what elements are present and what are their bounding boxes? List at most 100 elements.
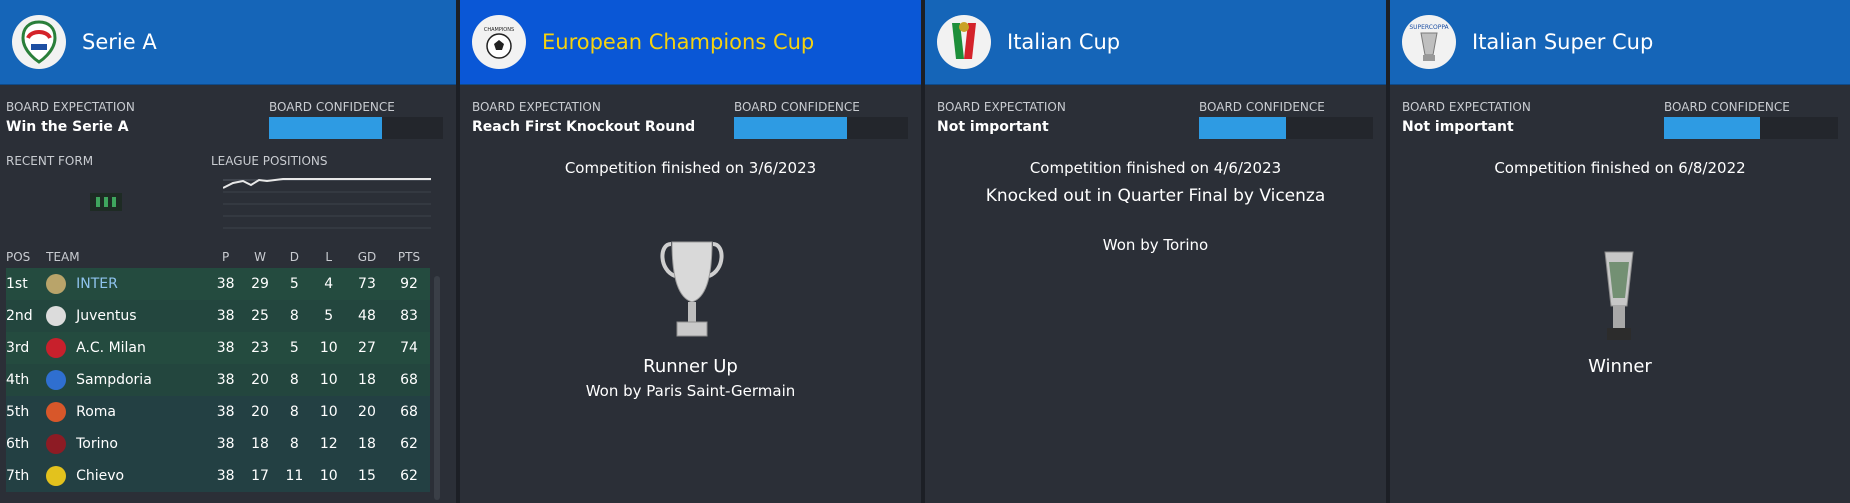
row-won: 20 (251, 372, 269, 388)
board-confidence-bar (1664, 117, 1838, 139)
trophy-icon (660, 241, 724, 337)
table-row[interactable]: 4th Sampdoria 38 20 8 10 18 68 (6, 364, 430, 396)
table-row[interactable]: 6th Torino 38 18 8 12 18 62 (6, 428, 430, 460)
table-row[interactable]: 3rd A.C. Milan 38 23 5 10 27 74 (6, 332, 430, 364)
panel-serie-a: Serie A BOARD EXPECTATION Win the Serie … (0, 0, 460, 503)
table-row[interactable]: 1st INTER 38 29 5 4 73 92 (6, 268, 430, 300)
champions-cup-title: European Champions Cup (542, 30, 815, 54)
competition-panels: Serie A BOARD EXPECTATION Win the Serie … (0, 0, 1850, 503)
col-p: P (222, 250, 230, 264)
champions-cup-header[interactable]: CHAMPIONS European Champions Cup (460, 0, 921, 85)
serie-a-logo-icon (12, 15, 66, 69)
result-text: Runner Up (643, 356, 738, 377)
row-gd: 27 (358, 340, 376, 356)
board-expectation-value: Reach First Knockout Round (472, 119, 696, 135)
row-pos: 6th (6, 436, 30, 452)
col-pos: POS (6, 250, 31, 264)
row-gd: 73 (358, 276, 376, 292)
board-confidence-label: BOARD CONFIDENCE (734, 100, 860, 114)
table-row[interactable]: 2nd Juventus 38 25 8 5 48 83 (6, 300, 430, 332)
panel-champions-cup: CHAMPIONS European Champions Cup BOARD E… (460, 0, 925, 503)
italian-cup-title: Italian Cup (1007, 30, 1121, 54)
col-l: L (325, 250, 333, 264)
row-team[interactable]: Sampdoria (46, 370, 208, 390)
row-pts: 83 (400, 308, 418, 324)
row-played: 38 (216, 372, 235, 388)
board-confidence-bar (1199, 117, 1373, 139)
team-badge-icon (46, 402, 67, 422)
board-confidence-bar (269, 117, 443, 139)
row-drawn: 8 (289, 372, 299, 388)
team-name: Juventus (76, 308, 137, 324)
supercoppa-logo-icon: SUPERCOPPA (1402, 15, 1456, 69)
team-name: A.C. Milan (76, 340, 146, 356)
col-team: TEAM (46, 250, 80, 264)
table-row[interactable]: 5th Roma 38 20 8 10 20 68 (6, 396, 430, 428)
league-table-rows: 1st INTER 38 29 5 4 73 92 2nd Juventus 38 25 8 5 48 83 3… (6, 268, 430, 492)
col-gd: GD (357, 250, 377, 264)
serie-a-header[interactable]: Serie A (0, 0, 456, 85)
competition-finished-text: Competition finished on 6/8/2022 (1494, 159, 1746, 177)
row-played: 38 (216, 308, 235, 324)
champions-league-logo-icon: CHAMPIONS (472, 15, 526, 69)
result-text: Winner (1588, 356, 1652, 377)
league-table-header: POS TEAM P W D L GD PTS (6, 246, 430, 268)
row-drawn: 8 (289, 436, 299, 452)
team-name: Torino (76, 436, 118, 452)
board-confidence-label: BOARD CONFIDENCE (269, 100, 395, 114)
row-gd: 20 (358, 404, 376, 420)
row-pts: 68 (400, 372, 418, 388)
row-won: 17 (251, 468, 269, 484)
row-pos: 5th (6, 404, 30, 420)
row-team[interactable]: Roma (46, 402, 208, 422)
row-team[interactable]: A.C. Milan (46, 338, 208, 358)
team-name: Roma (76, 404, 116, 420)
row-pos: 3rd (6, 340, 30, 356)
row-team[interactable]: Juventus (46, 306, 208, 326)
board-expectation-label: BOARD EXPECTATION (6, 100, 135, 114)
row-drawn: 11 (285, 468, 304, 484)
row-lost: 10 (319, 340, 338, 356)
row-gd: 18 (358, 372, 376, 388)
row-team[interactable]: Torino (46, 434, 208, 454)
italian-super-cup-header[interactable]: SUPERCOPPA Italian Super Cup (1390, 0, 1850, 85)
table-row[interactable]: 7th Chievo 38 17 11 10 15 62 (6, 460, 430, 492)
board-confidence-fill (1664, 117, 1760, 139)
row-lost: 10 (319, 404, 338, 420)
row-won: 23 (251, 340, 269, 356)
team-badge-icon (46, 466, 67, 486)
row-gd: 15 (358, 468, 376, 484)
row-pos: 7th (6, 468, 30, 484)
row-team[interactable]: Chievo (46, 466, 208, 486)
row-played: 38 (216, 436, 235, 452)
italian-cup-header[interactable]: Italian Cup (925, 0, 1386, 85)
serie-a-title: Serie A (82, 30, 157, 54)
team-badge-icon (46, 274, 67, 294)
col-w: W (254, 250, 266, 264)
super-cup-trophy-icon (1604, 251, 1634, 340)
panel-italian-super-cup: SUPERCOPPA Italian Super Cup BOARD EXPEC… (1390, 0, 1850, 503)
row-gd: 18 (358, 436, 376, 452)
board-confidence-fill (1199, 117, 1286, 139)
table-scrollbar[interactable] (434, 276, 440, 500)
row-won: 29 (251, 276, 269, 292)
row-won: 25 (251, 308, 269, 324)
team-name: INTER (76, 276, 118, 292)
league-positions-label: LEAGUE POSITIONS (211, 154, 328, 168)
row-drawn: 5 (289, 340, 299, 356)
row-pts: 68 (400, 404, 418, 420)
row-lost: 12 (319, 436, 338, 452)
team-badge-icon (46, 370, 67, 390)
row-drawn: 5 (289, 276, 299, 292)
league-positions-chart (223, 178, 431, 229)
row-pos: 2nd (6, 308, 33, 324)
board-confidence-label: BOARD CONFIDENCE (1199, 100, 1325, 114)
coppa-italia-logo-icon (937, 15, 991, 69)
row-pts: 62 (400, 468, 418, 484)
board-expectation-label: BOARD EXPECTATION (1402, 100, 1531, 114)
row-pos: 4th (6, 372, 30, 388)
knocked-out-text: Knocked out in Quarter Final by Vicenza (985, 186, 1326, 206)
row-team[interactable]: INTER (46, 274, 208, 294)
row-gd: 48 (358, 308, 376, 324)
board-confidence-fill (269, 117, 383, 139)
